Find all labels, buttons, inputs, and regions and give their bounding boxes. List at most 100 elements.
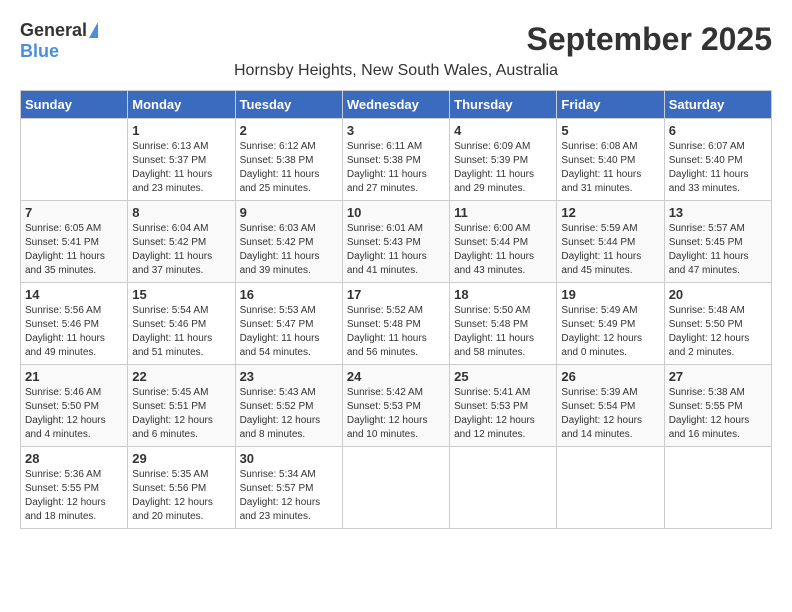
day-number: 28 (25, 451, 123, 466)
day-info: Sunrise: 5:57 AMSunset: 5:45 PMDaylight:… (669, 222, 767, 278)
day-info: Sunrise: 5:56 AMSunset: 5:46 PMDaylight:… (25, 304, 123, 360)
day-info: Sunrise: 6:04 AMSunset: 5:42 PMDaylight:… (132, 222, 230, 278)
calendar-cell: 22 Sunrise: 5:45 AMSunset: 5:51 PMDayligh… (128, 365, 235, 447)
calendar-cell: 18 Sunrise: 5:50 AMSunset: 5:48 PMDayligh… (450, 283, 557, 365)
header-day-monday: Monday (128, 91, 235, 119)
calendar-cell: 10 Sunrise: 6:01 AMSunset: 5:43 PMDayligh… (342, 201, 449, 283)
day-number: 13 (669, 205, 767, 220)
day-info: Sunrise: 5:54 AMSunset: 5:46 PMDaylight:… (132, 304, 230, 360)
header-day-friday: Friday (557, 91, 664, 119)
day-number: 14 (25, 287, 123, 302)
day-info: Sunrise: 6:05 AMSunset: 5:41 PMDaylight:… (25, 222, 123, 278)
day-info: Sunrise: 5:39 AMSunset: 5:54 PMDaylight:… (561, 386, 659, 442)
day-number: 18 (454, 287, 552, 302)
day-number: 11 (454, 205, 552, 220)
day-number: 5 (561, 123, 659, 138)
logo-blue: Blue (20, 41, 59, 62)
header-day-thursday: Thursday (450, 91, 557, 119)
calendar-cell: 9 Sunrise: 6:03 AMSunset: 5:42 PMDaylight… (235, 201, 342, 283)
day-number: 25 (454, 369, 552, 384)
day-number: 9 (240, 205, 338, 220)
day-info: Sunrise: 6:01 AMSunset: 5:43 PMDaylight:… (347, 222, 445, 278)
calendar-cell: 29 Sunrise: 5:35 AMSunset: 5:56 PMDayligh… (128, 447, 235, 529)
day-number: 1 (132, 123, 230, 138)
day-number: 12 (561, 205, 659, 220)
day-info: Sunrise: 6:09 AMSunset: 5:39 PMDaylight:… (454, 140, 552, 196)
calendar-cell (342, 447, 449, 529)
logo-general: General (20, 20, 87, 41)
calendar-cell: 26Sunrise: 5:39 AMSunset: 5:54 PMDayligh… (557, 365, 664, 447)
calendar-cell: 8 Sunrise: 6:04 AMSunset: 5:42 PMDaylight… (128, 201, 235, 283)
calendar-cell: 14 Sunrise: 5:56 AMSunset: 5:46 PMDayligh… (21, 283, 128, 365)
day-number: 15 (132, 287, 230, 302)
day-number: 22 (132, 369, 230, 384)
day-info: Sunrise: 6:00 AMSunset: 5:44 PMDaylight:… (454, 222, 552, 278)
day-number: 19 (561, 287, 659, 302)
day-number: 16 (240, 287, 338, 302)
day-info: Sunrise: 5:49 AMSunset: 5:49 PMDaylight:… (561, 304, 659, 360)
header-day-saturday: Saturday (664, 91, 771, 119)
calendar-cell: 25 Sunrise: 5:41 AMSunset: 5:53 PMDayligh… (450, 365, 557, 447)
calendar-cell: 15 Sunrise: 5:54 AMSunset: 5:46 PMDayligh… (128, 283, 235, 365)
day-number: 30 (240, 451, 338, 466)
header-day-wednesday: Wednesday (342, 91, 449, 119)
day-info: Sunrise: 5:36 AMSunset: 5:55 PMDaylight:… (25, 468, 123, 524)
day-info: Sunrise: 5:52 AMSunset: 5:48 PMDaylight:… (347, 304, 445, 360)
week-row-5: 28 Sunrise: 5:36 AMSunset: 5:55 PMDayligh… (21, 447, 772, 529)
header-day-tuesday: Tuesday (235, 91, 342, 119)
calendar-cell: 11 Sunrise: 6:00 AMSunset: 5:44 PMDayligh… (450, 201, 557, 283)
day-info: Sunrise: 6:12 AMSunset: 5:38 PMDaylight:… (240, 140, 338, 196)
calendar-cell: 7Sunrise: 6:05 AMSunset: 5:41 PMDaylight… (21, 201, 128, 283)
calendar-cell: 27 Sunrise: 5:38 AMSunset: 5:55 PMDayligh… (664, 365, 771, 447)
day-number: 27 (669, 369, 767, 384)
calendar-cell (450, 447, 557, 529)
day-number: 24 (347, 369, 445, 384)
week-row-4: 21Sunrise: 5:46 AMSunset: 5:50 PMDayligh… (21, 365, 772, 447)
calendar-cell: 6Sunrise: 6:07 AMSunset: 5:40 PMDaylight… (664, 119, 771, 201)
week-row-2: 7Sunrise: 6:05 AMSunset: 5:41 PMDaylight… (21, 201, 772, 283)
calendar-header: SundayMondayTuesdayWednesdayThursdayFrid… (21, 91, 772, 119)
day-number: 20 (669, 287, 767, 302)
calendar-cell: 28 Sunrise: 5:36 AMSunset: 5:55 PMDayligh… (21, 447, 128, 529)
day-number: 29 (132, 451, 230, 466)
day-info: Sunrise: 6:07 AMSunset: 5:40 PMDaylight:… (669, 140, 767, 196)
calendar-cell: 21Sunrise: 5:46 AMSunset: 5:50 PMDayligh… (21, 365, 128, 447)
calendar-cell (557, 447, 664, 529)
day-number: 17 (347, 287, 445, 302)
logo-triangle-icon (89, 22, 98, 38)
calendar-cell (664, 447, 771, 529)
day-number: 3 (347, 123, 445, 138)
day-info: Sunrise: 6:03 AMSunset: 5:42 PMDaylight:… (240, 222, 338, 278)
week-row-1: 1Sunrise: 6:13 AMSunset: 5:37 PMDaylight… (21, 119, 772, 201)
week-row-3: 14 Sunrise: 5:56 AMSunset: 5:46 PMDayligh… (21, 283, 772, 365)
day-info: Sunrise: 6:11 AMSunset: 5:38 PMDaylight:… (347, 140, 445, 196)
day-info: Sunrise: 5:41 AMSunset: 5:53 PMDaylight:… (454, 386, 552, 442)
calendar-cell: 16Sunrise: 5:53 AMSunset: 5:47 PMDayligh… (235, 283, 342, 365)
calendar-table: SundayMondayTuesdayWednesdayThursdayFrid… (20, 90, 772, 529)
day-info: Sunrise: 5:42 AMSunset: 5:53 PMDaylight:… (347, 386, 445, 442)
month-title: September 2025 (527, 20, 772, 58)
day-info: Sunrise: 5:46 AMSunset: 5:50 PMDaylight:… (25, 386, 123, 442)
day-info: Sunrise: 5:45 AMSunset: 5:51 PMDaylight:… (132, 386, 230, 442)
calendar-cell: 17 Sunrise: 5:52 AMSunset: 5:48 PMDayligh… (342, 283, 449, 365)
day-info: Sunrise: 6:08 AMSunset: 5:40 PMDaylight:… (561, 140, 659, 196)
day-info: Sunrise: 5:35 AMSunset: 5:56 PMDaylight:… (132, 468, 230, 524)
day-info: Sunrise: 5:38 AMSunset: 5:55 PMDaylight:… (669, 386, 767, 442)
day-info: Sunrise: 5:43 AMSunset: 5:52 PMDaylight:… (240, 386, 338, 442)
day-info: Sunrise: 5:50 AMSunset: 5:48 PMDaylight:… (454, 304, 552, 360)
header-day-sunday: Sunday (21, 91, 128, 119)
calendar-cell: 12Sunrise: 5:59 AMSunset: 5:44 PMDayligh… (557, 201, 664, 283)
day-number: 10 (347, 205, 445, 220)
calendar-cell: 5 Sunrise: 6:08 AMSunset: 5:40 PMDaylight… (557, 119, 664, 201)
day-number: 8 (132, 205, 230, 220)
calendar-cell: 4Sunrise: 6:09 AMSunset: 5:39 PMDaylight… (450, 119, 557, 201)
logo: General Blue (20, 20, 98, 62)
day-number: 2 (240, 123, 338, 138)
calendar-cell: 1Sunrise: 6:13 AMSunset: 5:37 PMDaylight… (128, 119, 235, 201)
day-info: Sunrise: 5:48 AMSunset: 5:50 PMDaylight:… (669, 304, 767, 360)
day-number: 23 (240, 369, 338, 384)
location-title: Hornsby Heights, New South Wales, Austra… (20, 62, 772, 80)
calendar-cell: 23 Sunrise: 5:43 AMSunset: 5:52 PMDayligh… (235, 365, 342, 447)
calendar-cell: 19 Sunrise: 5:49 AMSunset: 5:49 PMDayligh… (557, 283, 664, 365)
day-info: Sunrise: 5:34 AMSunset: 5:57 PMDaylight:… (240, 468, 338, 524)
